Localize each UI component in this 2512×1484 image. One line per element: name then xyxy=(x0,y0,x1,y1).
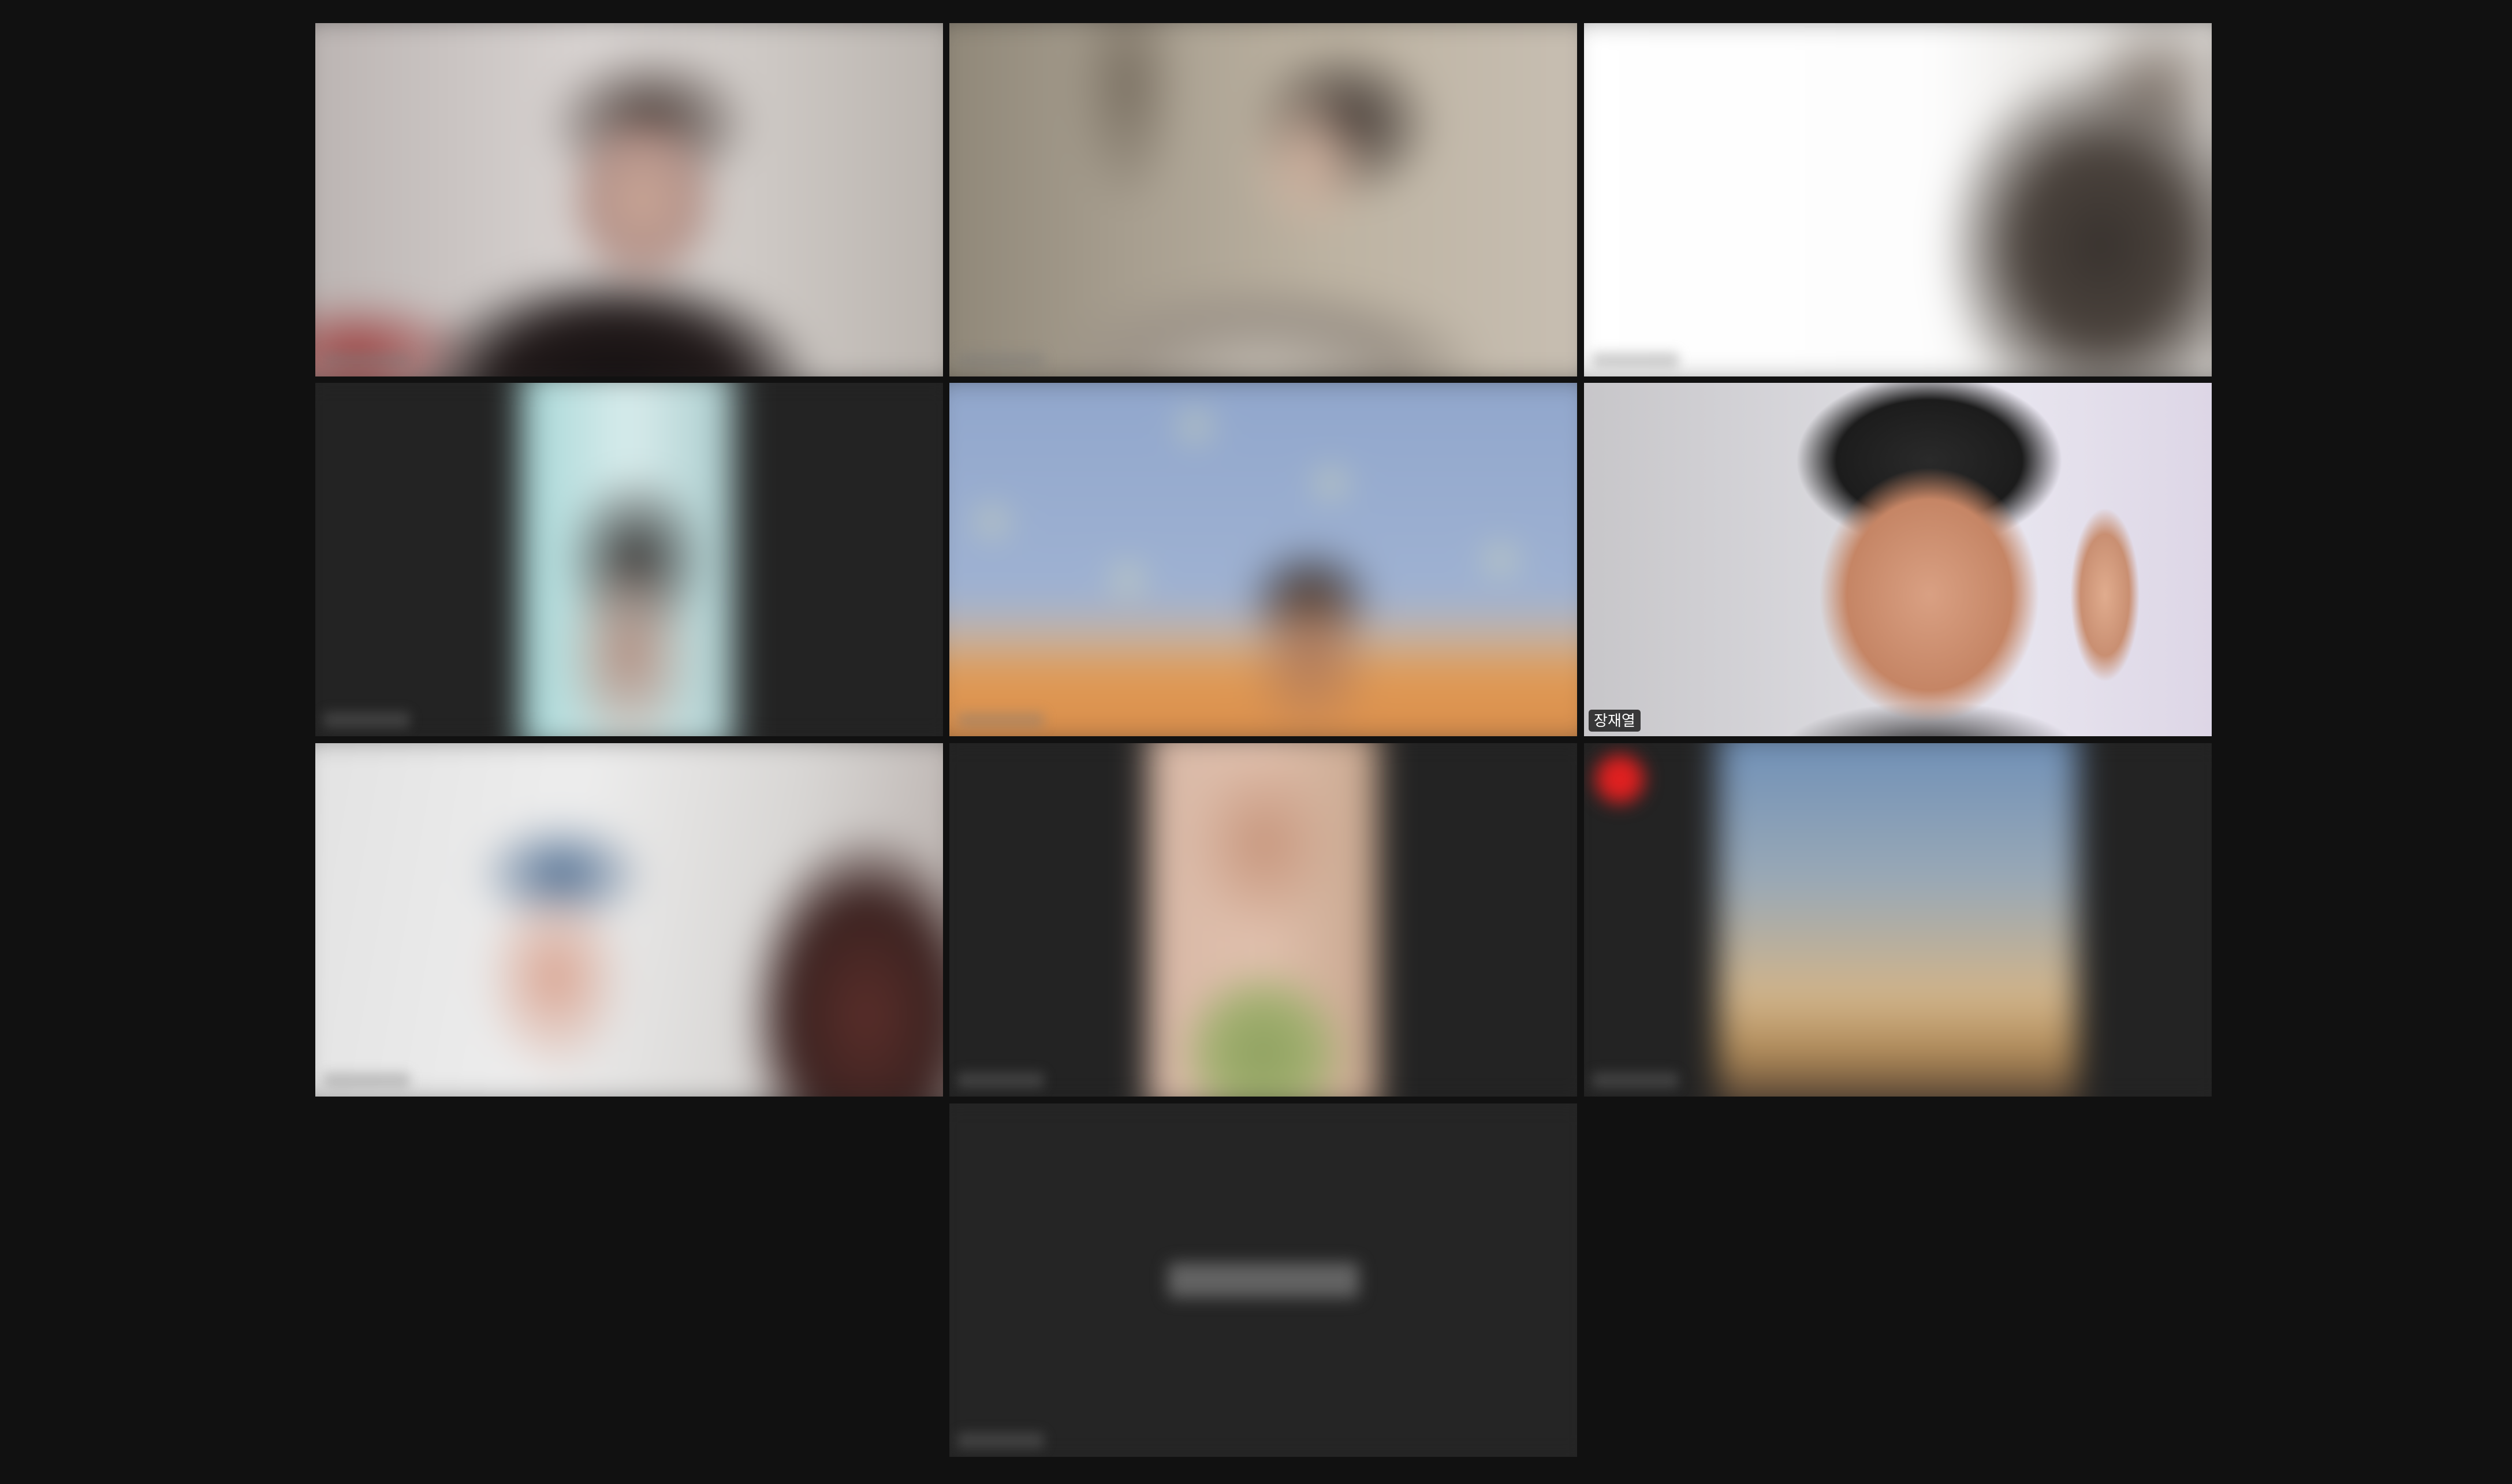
participant-video xyxy=(1584,23,2212,376)
participant-tile-5[interactable] xyxy=(949,383,1577,736)
participant-tile-8[interactable] xyxy=(949,743,1577,1097)
name-tag xyxy=(957,352,1044,368)
participant-video xyxy=(949,383,1577,736)
participant-tile-6[interactable]: 장재열 xyxy=(1584,383,2212,736)
participant-tile-9[interactable] xyxy=(1584,743,2212,1097)
participant-tile-4[interactable] xyxy=(315,383,943,736)
name-tag xyxy=(323,352,410,368)
participant-video xyxy=(315,743,943,1097)
participant-tile-1[interactable] xyxy=(315,23,943,376)
name-tag xyxy=(323,712,410,728)
name-tag xyxy=(957,1072,1044,1088)
name-tag xyxy=(323,1072,410,1088)
participant-tile-10[interactable] xyxy=(949,1103,1577,1457)
name-tag xyxy=(1592,1072,1679,1088)
name-tag xyxy=(957,712,1044,728)
participant-video xyxy=(949,743,1577,1097)
name-tag: 장재열 xyxy=(1589,710,1641,732)
participant-tile-2[interactable] xyxy=(949,23,1577,376)
video-gallery: 장재열 xyxy=(0,0,2512,1484)
participant-video xyxy=(315,383,943,736)
participant-name-center xyxy=(1168,1263,1359,1297)
participant-video xyxy=(1584,383,2212,736)
participant-tile-7[interactable] xyxy=(315,743,943,1097)
record-indicator-icon xyxy=(1596,755,1644,803)
name-tag xyxy=(957,1433,1044,1449)
name-tag xyxy=(1592,352,1679,368)
participant-video xyxy=(949,23,1577,376)
participant-video xyxy=(315,23,943,376)
participant-video xyxy=(1584,743,2212,1097)
participant-tile-3[interactable] xyxy=(1584,23,2212,376)
